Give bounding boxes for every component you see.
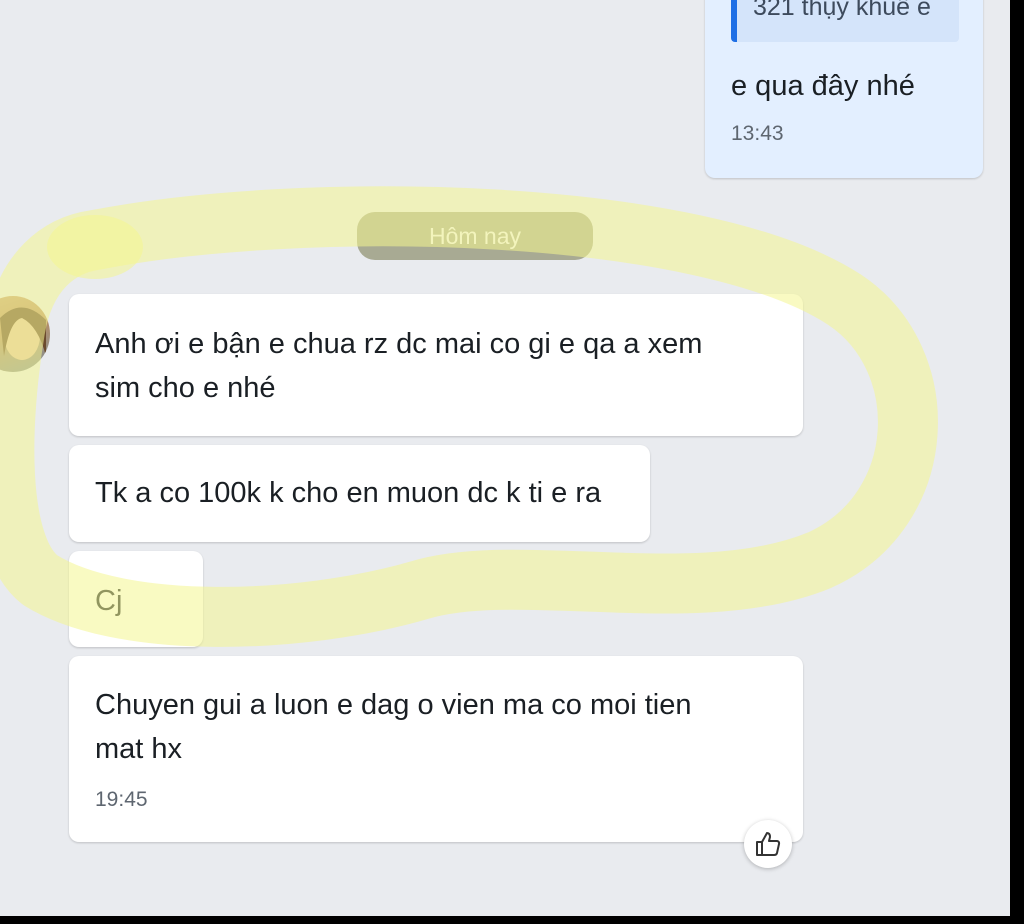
avatar-image (0, 307, 46, 360)
quoted-message[interactable]: 321 thụy khuê e (731, 0, 959, 42)
message-text: e qua đây nhé (731, 70, 915, 102)
message-time: 13:43 (731, 122, 784, 145)
incoming-message[interactable]: Tk a co 100k k cho en muon dc k ti e ra (69, 445, 650, 542)
message-text-line: Anh ơi e bận e chua rz dc mai co gi e qa… (95, 328, 703, 360)
outgoing-message[interactable]: 321 thụy khuê e e qua đây nhé 13:43 (705, 0, 983, 178)
message-time: 19:45 (95, 788, 148, 811)
message-text-line: sim cho e nhé (95, 372, 276, 404)
thumbs-up-icon (756, 832, 781, 856)
message-text-line: Tk a co 100k k cho en muon dc k ti e ra (95, 477, 602, 509)
message-text-line: Chuyen gui a luon e dag o vien ma co moi… (95, 689, 692, 721)
contact-avatar[interactable] (0, 296, 50, 372)
incoming-message[interactable]: Anh ơi e bận e chua rz dc mai co gi e qa… (69, 294, 803, 436)
message-text-line: Cj (95, 585, 123, 617)
chat-screen: 321 thụy khuê e e qua đây nhé 13:43 Hôm … (0, 0, 1010, 916)
incoming-message[interactable]: Cj (69, 551, 203, 647)
incoming-message[interactable]: Chuyen gui a luon e dag o vien ma co moi… (69, 656, 803, 842)
message-text-line: mat hx (95, 733, 183, 765)
date-separator: Hôm nay (357, 212, 593, 260)
like-button[interactable] (744, 820, 792, 868)
